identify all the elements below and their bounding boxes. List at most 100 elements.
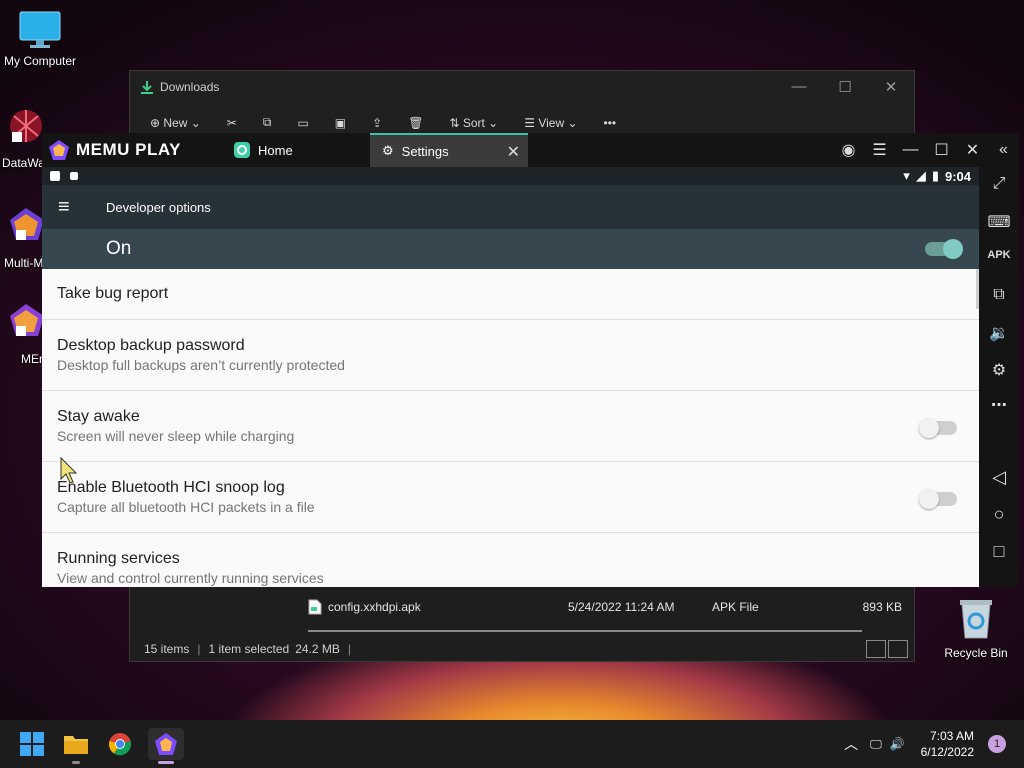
- desktop-icon-label: My Computer: [3, 54, 77, 68]
- memu-tabbar: MEMU PLAY Home ⚙ Settings ✕ ◉ ☰ — ☐ ✕ «: [42, 133, 1019, 167]
- taskbar-file-explorer[interactable]: [60, 728, 92, 764]
- maximize-button[interactable]: ☐: [926, 140, 957, 160]
- show-hidden-icons-chevron-icon[interactable]: ︿: [844, 734, 858, 754]
- cut-icon[interactable]: ✂: [227, 116, 237, 130]
- folder-icon: [64, 736, 88, 754]
- horizontal-scrollbar[interactable]: [308, 630, 862, 632]
- monitor-icon: [19, 11, 61, 48]
- share-icon[interactable]: ⇪: [372, 116, 382, 130]
- chrome-icon: [108, 733, 132, 756]
- play-store-notification-icon: [50, 171, 60, 181]
- taskbar: ︿ 🖵 🔊 7:03 AM 6/12/2022 1: [0, 720, 1024, 768]
- tab-settings[interactable]: ⚙ Settings ✕: [370, 133, 528, 167]
- taskbar-memu[interactable]: [148, 728, 184, 764]
- master-switch-bar[interactable]: On: [42, 229, 979, 269]
- taskbar-clock[interactable]: 7:03 AM 6/12/2022: [921, 728, 974, 760]
- recycle-bin-icon: [960, 600, 992, 639]
- windows-logo-icon: [20, 732, 44, 756]
- fullscreen-icon[interactable]: ⤢: [979, 175, 1019, 193]
- copy-icon[interactable]: ⧉: [263, 115, 272, 130]
- file-date: 5/24/2022 11:24 AM: [568, 600, 675, 614]
- master-switch-label: On: [106, 238, 132, 259]
- pref-title: Take bug report: [57, 285, 169, 302]
- collapse-sidebar-icon[interactable]: «: [988, 141, 1019, 159]
- download-icon: [141, 81, 153, 94]
- bluetooth-snoop-toggle[interactable]: [919, 489, 957, 509]
- close-button[interactable]: ✕: [868, 78, 914, 96]
- pref-title: Running services: [57, 550, 180, 567]
- more-icon[interactable]: ⋯: [979, 395, 1019, 415]
- volume-tray-icon[interactable]: 🔊: [890, 737, 905, 751]
- android-statusbar: ▾ ◢ ▮ 9:04: [42, 167, 979, 185]
- start-button[interactable]: [16, 728, 48, 760]
- explorer-titlebar[interactable]: Downloads — ☐ ✕: [130, 71, 914, 103]
- multi-window-icon[interactable]: ⧉: [979, 286, 1019, 304]
- network-icon[interactable]: 🖵: [870, 737, 882, 752]
- file-row[interactable]: config.xxhdpi.apk 5/24/2022 11:24 AM APK…: [308, 596, 908, 618]
- keyboard-icon[interactable]: ⌨: [979, 212, 1019, 232]
- memu-window[interactable]: MEMU PLAY Home ⚙ Settings ✕ ◉ ☰ — ☐ ✕ «: [42, 133, 1019, 587]
- minimize-button[interactable]: —: [776, 78, 822, 96]
- close-tab-icon[interactable]: ✕: [507, 142, 520, 162]
- menu-icon[interactable]: ☰: [864, 140, 895, 160]
- multi-memu-icon: [10, 208, 44, 240]
- memu-logo: MEMU PLAY: [42, 139, 222, 161]
- system-tray: ︿ 🖵 🔊 7:03 AM 6/12/2022 1: [844, 720, 1024, 768]
- maximize-button[interactable]: ☐: [822, 78, 868, 96]
- pref-running-services[interactable]: Running services View and control curren…: [42, 533, 979, 587]
- tab-home[interactable]: Home: [222, 133, 370, 167]
- file-size: 893 KB: [862, 600, 902, 614]
- account-icon[interactable]: ◉: [833, 140, 864, 160]
- gear-icon: ⚙: [382, 143, 394, 158]
- pref-summary: Capture all bluetooth HCI packets in a f…: [57, 499, 315, 515]
- pref-title: Stay awake: [57, 408, 140, 425]
- back-icon[interactable]: ◁: [979, 467, 1019, 488]
- apk-icon[interactable]: APK: [979, 249, 1019, 261]
- hamburger-menu-icon[interactable]: ≡: [58, 196, 106, 219]
- explorer-title: Downloads: [160, 80, 220, 94]
- desktop-icon-my-computer[interactable]: My Computer: [0, 10, 80, 68]
- paste-icon[interactable]: ▭: [297, 116, 308, 130]
- home-circle-icon[interactable]: ○: [979, 504, 1019, 525]
- pref-summary: Screen will never sleep while charging: [57, 428, 295, 444]
- android-screen[interactable]: ▾ ◢ ▮ 9:04 ≡ Developer options On Take b…: [42, 167, 979, 587]
- stay-awake-toggle[interactable]: [919, 418, 957, 438]
- file-name: config.xxhdpi.apk: [328, 600, 421, 614]
- desktop-icon-recycle-bin[interactable]: Recycle Bin: [940, 596, 1012, 660]
- memu-icon: [10, 304, 44, 336]
- pref-bluetooth-hci-snoop-log[interactable]: Enable Bluetooth HCI snoop log Capture a…: [42, 462, 979, 533]
- more-button[interactable]: •••: [604, 116, 617, 130]
- recycle-bin-label: Recycle Bin: [944, 646, 1008, 660]
- notification-badge[interactable]: 1: [988, 735, 1006, 753]
- preference-list: Take bug report Desktop backup password …: [42, 269, 979, 587]
- delete-icon[interactable]: 🗑: [408, 116, 423, 130]
- datawa-icon: [10, 110, 42, 142]
- pref-desktop-backup-password[interactable]: Desktop backup password Desktop full bac…: [42, 320, 979, 391]
- new-button[interactable]: ⊕ New ⌄: [150, 116, 201, 130]
- file-type: APK File: [712, 600, 759, 614]
- settings-gear-icon[interactable]: ⚙: [979, 360, 1019, 380]
- sort-button[interactable]: ⇅ Sort ⌄: [449, 116, 498, 130]
- minimize-button[interactable]: —: [895, 141, 926, 159]
- desktop-icon-label: Multi-M: [4, 256, 44, 270]
- pref-take-bug-report[interactable]: Take bug report: [42, 269, 979, 320]
- selection-size: 24.2 MB: [295, 642, 340, 656]
- selection-count: 1 item selected: [208, 642, 290, 656]
- desktop-icon-label: MEr: [21, 352, 43, 366]
- pref-stay-awake[interactable]: Stay awake Screen will never sleep while…: [42, 391, 979, 462]
- close-button[interactable]: ✕: [957, 140, 988, 160]
- recents-icon[interactable]: □: [979, 541, 1019, 562]
- rename-icon[interactable]: ▣: [335, 116, 346, 130]
- volume-icon[interactable]: 🔉: [979, 323, 1019, 343]
- home-app-icon: [234, 142, 250, 158]
- desktop-icon-label: DataWa: [2, 156, 45, 170]
- view-button[interactable]: ☰ View ⌄: [524, 116, 577, 130]
- taskbar-chrome[interactable]: [104, 728, 136, 760]
- app-bar: ≡ Developer options: [42, 185, 979, 229]
- pref-summary: View and control currently running servi…: [57, 570, 324, 586]
- memu-logo-icon: [49, 140, 69, 160]
- details-view-button[interactable]: [866, 640, 886, 658]
- tiles-view-button[interactable]: [888, 640, 908, 658]
- wifi-icon: ▾: [903, 168, 910, 183]
- master-switch-toggle[interactable]: [925, 239, 963, 259]
